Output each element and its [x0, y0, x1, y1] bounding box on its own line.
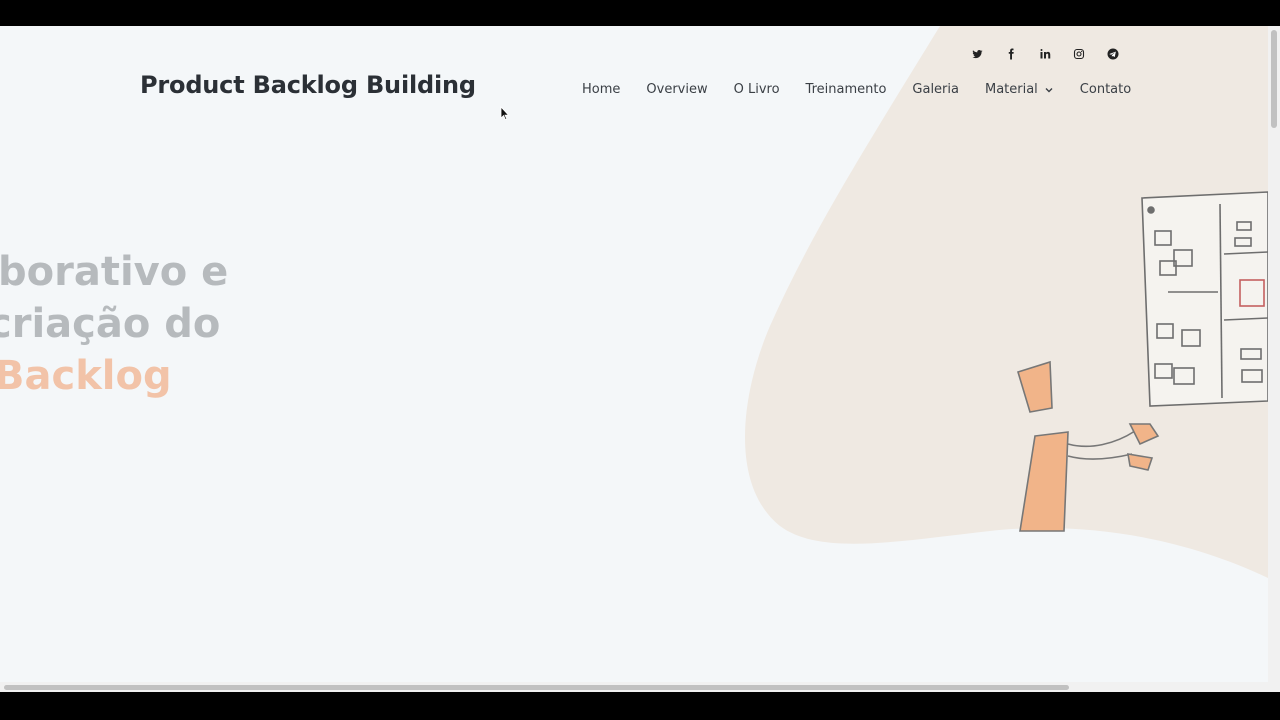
- nav-item-galeria[interactable]: Galeria: [912, 82, 959, 97]
- instagram-icon[interactable]: [1062, 46, 1096, 62]
- nav-item-overview[interactable]: Overview: [646, 82, 707, 97]
- nav-item-o-livro[interactable]: O Livro: [734, 82, 780, 97]
- main-nav: Home Overview O Livro Treinamento Galeri…: [582, 82, 1131, 97]
- twitter-icon[interactable]: [960, 46, 994, 62]
- linkedin-icon[interactable]: [1028, 46, 1062, 62]
- telegram-icon[interactable]: [1096, 46, 1130, 62]
- facebook-icon[interactable]: [994, 46, 1028, 62]
- nav-item-material-label: Material: [984, 82, 1038, 97]
- nav-item-home[interactable]: Home: [582, 82, 620, 97]
- nav-item-contato[interactable]: Contato: [1080, 82, 1131, 97]
- hero-line-2: criação do: [0, 301, 221, 347]
- page: Product Backlog Building Home Overview O…: [0, 26, 1268, 692]
- vertical-scrollbar[interactable]: [1268, 26, 1280, 692]
- nav-item-material[interactable]: Material: [985, 82, 1054, 97]
- hero-line-1: borativo e: [0, 249, 229, 295]
- browser-viewport: Product Backlog Building Home Overview O…: [0, 26, 1280, 692]
- mouse-cursor-icon: [500, 106, 510, 121]
- nav-item-treinamento[interactable]: Treinamento: [806, 82, 887, 97]
- chevron-down-icon: [1045, 87, 1053, 92]
- horizontal-scrollbar-thumb[interactable]: [4, 685, 1069, 690]
- hero-illustration: [745, 26, 1268, 578]
- horizontal-scrollbar[interactable]: [0, 682, 1268, 692]
- social-links: [960, 46, 1130, 62]
- site-title[interactable]: Product Backlog Building: [140, 71, 476, 99]
- hero-line-3: Backlog: [0, 353, 172, 399]
- vertical-scrollbar-thumb[interactable]: [1271, 30, 1277, 128]
